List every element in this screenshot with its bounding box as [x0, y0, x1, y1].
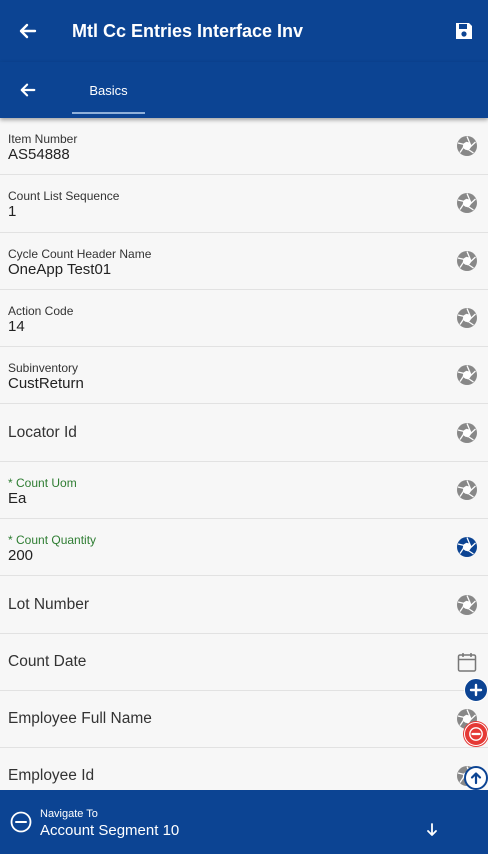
tab-bar: Basics: [0, 62, 488, 118]
field-row[interactable]: Cycle Count Header Name OneApp Test01: [0, 233, 488, 290]
lens-icon[interactable]: [456, 594, 478, 616]
count-list-sequence-value[interactable]: 1: [8, 203, 16, 220]
employee-full-name-label: Employee Full Name: [8, 710, 152, 728]
count-uom-label: * Count Uom: [8, 475, 77, 490]
field-row[interactable]: Employee Id: [0, 748, 488, 790]
field-row[interactable]: Action Code 14: [0, 290, 488, 348]
arrow-left-icon: [19, 23, 37, 39]
lens-icon[interactable]: [456, 307, 478, 329]
count-quantity-label: * Count Quantity: [8, 533, 97, 548]
count-list-sequence-label: Count List Sequence: [8, 189, 120, 204]
minus-icon: [469, 727, 483, 741]
lens-icon[interactable]: [456, 422, 478, 444]
field-row[interactable]: Item Number AS54888: [0, 118, 488, 176]
scroll-up-button[interactable]: [464, 766, 488, 790]
save-button[interactable]: [440, 0, 488, 62]
cycle-count-header-name-label: Cycle Count Header Name: [8, 246, 152, 261]
lens-icon[interactable]: [456, 192, 478, 214]
field-row[interactable]: Lot Number: [0, 576, 488, 634]
lens-icon[interactable]: [456, 364, 478, 386]
field-row[interactable]: Count List Sequence 1: [0, 175, 488, 233]
arrow-left-icon: [20, 83, 36, 97]
subinventory-label: Subinventory: [8, 361, 79, 376]
arrow-up-icon: [470, 772, 482, 785]
form-field-list: Item Number AS54888 Count List Sequence 1 Cy…: [0, 118, 488, 790]
field-row[interactable]: Employee Full Name: [0, 691, 488, 749]
minus-circle-icon: [10, 811, 32, 833]
calendar-icon[interactable]: [456, 651, 478, 673]
item-number-label: Item Number: [8, 132, 78, 146]
back-button[interactable]: [0, 0, 56, 62]
remove-button[interactable]: [464, 722, 488, 746]
field-row[interactable]: Locator Id: [0, 404, 488, 462]
action-code-value[interactable]: 14: [8, 318, 25, 335]
lens-icon[interactable]: [456, 479, 478, 501]
count-quantity-value[interactable]: 200: [8, 547, 33, 564]
subinventory-value[interactable]: CustReturn: [8, 375, 84, 392]
page-title: Mtl Cc Entries Interface Inv: [72, 20, 304, 41]
tab-back-button[interactable]: [0, 62, 56, 118]
locator-id-label: Locator Id: [8, 423, 77, 441]
lens-icon[interactable]: [456, 536, 478, 558]
plus-icon: [469, 683, 483, 697]
field-row[interactable]: Subinventory CustReturn: [0, 347, 488, 405]
lot-number-label: Lot Number: [8, 595, 89, 613]
action-code-label: Action Code: [8, 303, 74, 318]
count-date-label: Count Date: [8, 652, 87, 670]
employee-id-label: Employee Id: [8, 767, 95, 785]
lens-icon[interactable]: [456, 135, 478, 157]
cycle-count-header-name-value[interactable]: OneApp Test01: [8, 261, 111, 278]
save-icon: [456, 23, 472, 39]
navigate-label: Navigate To: [40, 808, 98, 820]
navigate-bar[interactable]: Navigate To Account Segment 10: [0, 790, 488, 854]
app-header: Mtl Cc Entries Interface Inv: [0, 0, 488, 62]
add-button[interactable]: [464, 678, 488, 702]
lens-icon[interactable]: [456, 250, 478, 272]
item-number-value[interactable]: AS54888: [8, 146, 70, 163]
count-uom-value[interactable]: Ea: [8, 490, 26, 507]
tab-basics[interactable]: Basics: [72, 62, 145, 118]
field-row[interactable]: * Count Uom Ea: [0, 462, 488, 520]
field-row[interactable]: Count Date: [0, 634, 488, 691]
arrow-down-icon: [427, 823, 437, 836]
field-row[interactable]: * Count Quantity 200: [0, 519, 488, 577]
navigate-value: Account Segment 10: [40, 822, 180, 839]
